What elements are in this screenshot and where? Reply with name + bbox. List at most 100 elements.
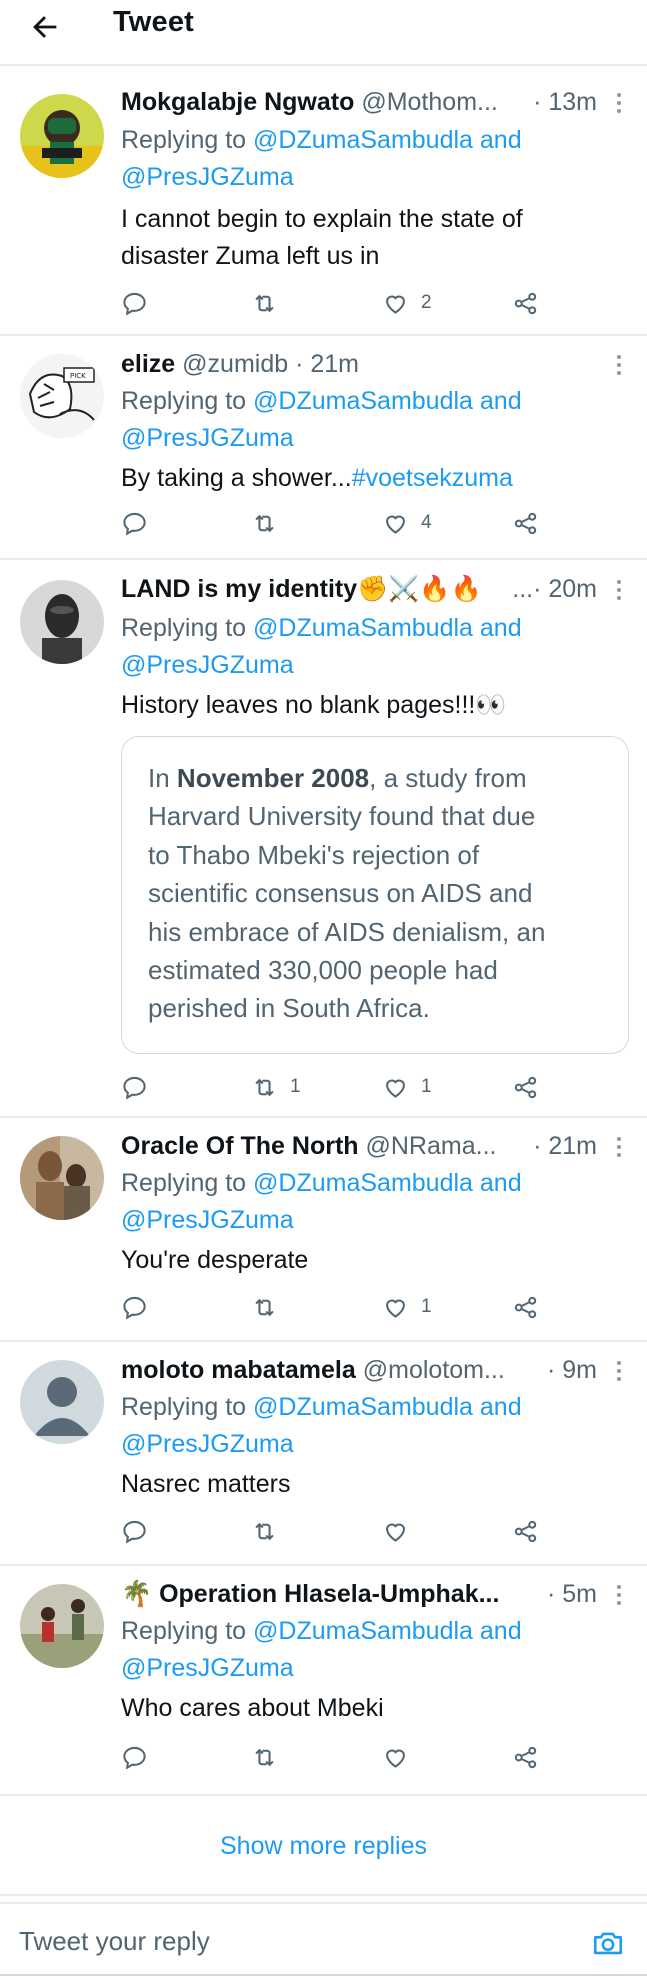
more-options-icon[interactable] [615, 1584, 623, 1606]
show-more-replies-link[interactable]: Show more replies [0, 1832, 647, 1861]
avatar[interactable] [20, 94, 104, 178]
show-more-replies[interactable]: Show more replies [0, 1800, 647, 1896]
mention-link[interactable]: @PresJGZuma [121, 1654, 294, 1682]
like-button[interactable]: 4 [382, 506, 432, 540]
author-name[interactable]: Mokgalabje Ngwato [121, 88, 354, 116]
mention-link[interactable]: @PresJGZuma [121, 424, 294, 452]
author-name[interactable]: elize [121, 350, 175, 378]
like-button[interactable] [382, 1740, 421, 1774]
retweet-icon [255, 514, 274, 532]
mention-link[interactable]: @PresJGZuma [121, 651, 294, 679]
reply-input[interactable]: Tweet your reply [19, 1926, 210, 1957]
retweet-icon [255, 1522, 274, 1540]
mention-link[interactable]: @DZumaSambudla [253, 1169, 473, 1197]
mention-link[interactable]: @DZumaSambudla [253, 614, 473, 642]
quoted-tweet-card[interactable]: In November 2008, a study from Harvard U… [121, 736, 629, 1054]
timestamp[interactable]: · 9m [547, 1353, 597, 1387]
like-count: 2 [421, 292, 432, 313]
reply-tweet[interactable]: LAND is my identity✊⚔️🔥🔥 ...· 20m Replyi… [0, 562, 647, 1118]
share-button[interactable] [512, 286, 539, 320]
like-button[interactable]: 1 [382, 1290, 432, 1324]
reply-tweet[interactable]: Oracle Of The North @NRama... · 21m Repl… [0, 1120, 647, 1342]
replying-to: Replying to @DZumaSambudla and [121, 126, 522, 154]
retweet-button[interactable]: 1 [251, 1070, 301, 1104]
reply-tweet[interactable]: PICK elize @zumidb · 21m Replying to @DZ… [0, 338, 647, 560]
retweet-icon [255, 1078, 274, 1096]
tweet-actions [121, 1514, 551, 1548]
replying-to-line2: @PresJGZuma [121, 160, 617, 194]
mention-link[interactable]: @PresJGZuma [121, 1430, 294, 1458]
heart-icon [386, 515, 405, 534]
retweet-button[interactable] [251, 1290, 290, 1324]
mention-link[interactable]: @PresJGZuma [121, 1206, 294, 1234]
tweet-text: Nasrec matters [121, 1470, 291, 1498]
author-name[interactable]: 🌴 Operation Hlasela-Umphak... [121, 1580, 499, 1608]
page-title: Tweet [113, 6, 195, 38]
heart-icon [386, 1079, 405, 1098]
like-button[interactable]: 1 [382, 1070, 432, 1104]
more-options-icon[interactable] [615, 92, 623, 114]
more-options-icon[interactable] [615, 354, 623, 376]
reply-button[interactable] [121, 286, 148, 320]
author-handle[interactable]: @NRama... [366, 1132, 497, 1160]
retweet-button[interactable] [251, 1514, 290, 1548]
share-button[interactable] [512, 1290, 539, 1324]
mention-link[interactable]: @DZumaSambudla [253, 1617, 473, 1645]
hashtag-link[interactable]: #voetsekzuma [352, 464, 513, 492]
author-handle[interactable]: ... [512, 575, 533, 603]
retweet-button[interactable] [251, 1740, 290, 1774]
like-count: 1 [421, 1076, 432, 1097]
reply-button[interactable] [121, 1290, 148, 1324]
share-button[interactable] [512, 1514, 539, 1548]
more-options-icon[interactable] [615, 579, 623, 601]
timestamp[interactable]: · 20m [533, 575, 597, 603]
mention-link[interactable]: @PresJGZuma [121, 163, 294, 191]
avatar[interactable] [20, 1584, 104, 1668]
reply-button[interactable] [121, 1514, 148, 1548]
author-handle[interactable]: @molotom... [363, 1356, 505, 1384]
reply-icon [123, 1746, 146, 1770]
more-options-icon[interactable] [615, 1360, 623, 1382]
tweet-header: moloto mabatamela @molotom... [121, 1353, 617, 1387]
avatar[interactable]: PICK [20, 354, 104, 438]
tweet-actions: 4 [121, 506, 551, 540]
tweet-text: History leaves no blank pages!!!👀 [121, 691, 507, 719]
author-name[interactable]: LAND is my identity✊⚔️🔥🔥 [121, 575, 482, 603]
heart-icon [386, 1523, 405, 1542]
camera-icon[interactable] [591, 1926, 625, 1960]
share-button[interactable] [512, 506, 539, 540]
author-name[interactable]: moloto mabatamela [121, 1356, 356, 1384]
reply-button[interactable] [121, 1740, 148, 1774]
timestamp[interactable]: · 21m [533, 1129, 597, 1163]
timestamp[interactable]: · 5m [547, 1577, 597, 1611]
share-button[interactable] [512, 1070, 539, 1104]
tweet-actions: 2 [121, 286, 551, 320]
replying-to: Replying to @DZumaSambudla and [121, 614, 522, 642]
like-button[interactable] [382, 1514, 421, 1548]
author-handle[interactable]: @Mothom... [361, 88, 498, 116]
timestamp[interactable]: · 21m [295, 350, 359, 378]
reply-tweet[interactable]: Mokgalabje Ngwato @Mothom... · 13m Reply… [0, 76, 647, 336]
reply-tweet[interactable]: 🌴 Operation Hlasela-Umphak... · 5m Reply… [0, 1568, 647, 1796]
like-button[interactable]: 2 [382, 286, 432, 320]
arrow-left-icon[interactable] [28, 10, 62, 44]
mention-link[interactable]: @DZumaSambudla [253, 1393, 473, 1421]
retweet-button[interactable] [251, 286, 290, 320]
avatar[interactable] [20, 1360, 104, 1444]
reply-button[interactable] [121, 1070, 148, 1104]
reply-button[interactable] [121, 506, 148, 540]
share-button[interactable] [512, 1740, 539, 1774]
retweet-button[interactable] [251, 506, 290, 540]
author-name[interactable]: Oracle Of The North [121, 1132, 359, 1160]
timestamp[interactable]: · 13m [533, 85, 597, 119]
avatar[interactable] [20, 1136, 104, 1220]
reply-tweet[interactable]: moloto mabatamela @molotom... · 9m Reply… [0, 1344, 647, 1566]
more-options-icon[interactable] [615, 1136, 623, 1158]
share-icon [514, 292, 537, 314]
mention-link[interactable]: @DZumaSambudla [253, 387, 473, 415]
top-app-bar: Tweet [0, 0, 647, 66]
author-handle[interactable]: @zumidb [182, 350, 288, 378]
avatar[interactable] [20, 580, 104, 664]
mention-link[interactable]: @DZumaSambudla [253, 126, 473, 154]
replying-to-line2: @PresJGZuma [121, 421, 617, 455]
